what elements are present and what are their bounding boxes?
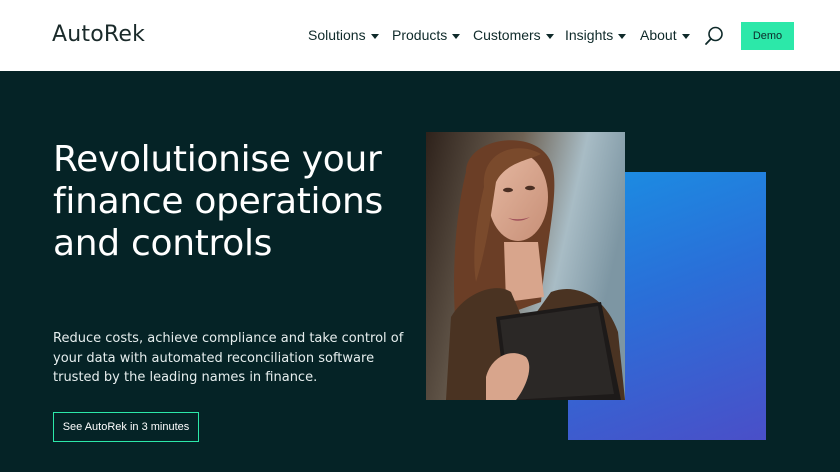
chevron-down-icon bbox=[370, 33, 379, 39]
search-icon[interactable] bbox=[703, 25, 725, 47]
chevron-down-icon bbox=[618, 33, 627, 39]
site-header: AutoRek Solutions Products Customers Ins… bbox=[0, 0, 840, 71]
chevron-down-icon bbox=[452, 33, 461, 39]
hero-subtext: Reduce costs, achieve compliance and tak… bbox=[53, 331, 404, 385]
nav-label: Products bbox=[392, 27, 448, 43]
nav-item-about[interactable]: About bbox=[640, 27, 690, 43]
demo-button[interactable]: Demo bbox=[741, 22, 794, 50]
nav-label: Customers bbox=[473, 27, 541, 43]
hero-section: Revolutionise your finance operations an… bbox=[0, 71, 840, 472]
see-autorek-button[interactable]: See AutoRek in 3 minutes bbox=[53, 412, 199, 442]
chevron-down-icon bbox=[681, 33, 690, 39]
nav-item-insights[interactable]: Insights bbox=[565, 27, 627, 43]
nav-item-solutions[interactable]: Solutions bbox=[308, 27, 379, 43]
nav-label: Solutions bbox=[308, 27, 366, 43]
nav-item-customers[interactable]: Customers bbox=[473, 27, 554, 43]
hero-headline: Revolutionise your finance operations an… bbox=[53, 139, 383, 264]
hero-photo bbox=[426, 132, 625, 400]
chevron-down-icon bbox=[545, 33, 554, 39]
nav-label: Insights bbox=[565, 27, 614, 43]
nav-label: About bbox=[640, 27, 677, 43]
nav-item-products[interactable]: Products bbox=[392, 27, 461, 43]
autorek-logo[interactable]: AutoRek bbox=[52, 22, 145, 47]
